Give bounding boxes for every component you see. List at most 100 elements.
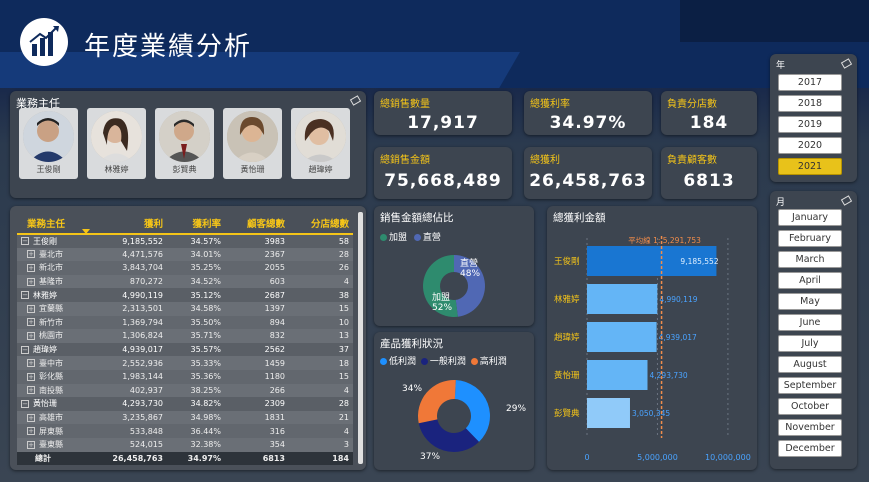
manager-card[interactable]: 王俊剛 — [19, 108, 78, 179]
bar[interactable] — [587, 398, 630, 428]
row-label: + 宜蘭縣 — [17, 301, 95, 316]
expand-icon[interactable]: + — [27, 359, 35, 368]
matrix-row[interactable]: + 新竹市 1,369,794 35.50% 894 10 — [17, 315, 353, 330]
month-option[interactable]: November — [778, 419, 842, 436]
collapse-icon[interactable]: − — [21, 399, 29, 408]
matrix-row[interactable]: + 宜蘭縣 2,313,501 34.58% 1397 15 — [17, 301, 353, 316]
month-option[interactable]: April — [778, 272, 842, 289]
manager-card[interactable]: 黃怡珊 — [223, 108, 282, 179]
matrix-group-row[interactable]: − 林雅婷 4,990,119 35.12% 2687 38 — [17, 288, 353, 302]
bar[interactable] — [587, 360, 648, 390]
month-option[interactable]: July — [778, 335, 842, 352]
average-line-label: 平均線 1: 5,291,753 — [628, 235, 701, 245]
cell-profit: 2,552,936 — [95, 356, 167, 370]
cell-cust: 2367 — [225, 247, 289, 262]
row-label-text: 彰化縣 — [39, 372, 63, 382]
month-option[interactable]: December — [778, 440, 842, 457]
cell-rate: 34.97% — [167, 451, 225, 466]
matrix-row[interactable]: + 臺中市 2,552,936 35.33% 1459 18 — [17, 356, 353, 370]
row-label-text: 王俊剛 — [33, 236, 57, 246]
month-option[interactable]: May — [778, 293, 842, 310]
matrix-group-row[interactable]: − 王俊剛 9,185,552 34.57% 3983 58 — [17, 234, 353, 248]
expand-icon[interactable]: + — [27, 331, 35, 340]
year-option[interactable]: 2021 — [778, 158, 842, 175]
matrix-row[interactable]: + 屏東縣 533,848 36.44% 316 4 — [17, 424, 353, 438]
cell-stores: 10 — [289, 315, 353, 330]
manager-card[interactable]: 林雅婷 — [87, 108, 146, 179]
matrix-row[interactable]: + 彰化縣 1,983,144 35.36% 1180 15 — [17, 369, 353, 384]
data-label: 4,939,017 — [659, 333, 697, 342]
matrix-row[interactable]: + 新北市 3,843,704 35.25% 2055 26 — [17, 261, 353, 275]
year-option[interactable]: 2018 — [778, 95, 842, 112]
column-header[interactable]: 獲利率 — [167, 212, 225, 235]
kpi-value: 184 — [689, 113, 729, 133]
year-option[interactable]: 2019 — [778, 116, 842, 133]
y-tick-label: 彭賢典 — [554, 408, 580, 419]
manager-card[interactable]: 趙瑋婷 — [291, 108, 350, 179]
eraser-icon[interactable] — [840, 195, 853, 206]
expand-icon[interactable]: + — [27, 250, 35, 259]
matrix-scrollbar[interactable] — [358, 212, 363, 464]
bar[interactable] — [587, 322, 657, 352]
expand-icon[interactable]: + — [27, 440, 35, 449]
matrix-group-row[interactable]: − 黃怡珊 4,293,730 34.82% 2309 28 — [17, 397, 353, 411]
year-slicer: 年 2017 2018 2019 2020 2021 — [770, 54, 857, 182]
avatar — [159, 111, 210, 162]
matrix-row[interactable]: + 南投縣 402,937 38.25% 266 4 — [17, 383, 353, 398]
expand-icon[interactable]: + — [27, 427, 35, 436]
collapse-icon[interactable]: − — [21, 237, 29, 246]
kpi-customers: 負責顧客數 6813 — [661, 147, 757, 199]
cell-stores: 4 — [289, 274, 353, 289]
month-option[interactable]: June — [778, 314, 842, 331]
slice-label: 37% — [420, 452, 441, 462]
matrix-row[interactable]: + 桃園市 1,306,824 35.71% 832 13 — [17, 329, 353, 343]
month-option[interactable]: February — [778, 230, 842, 247]
collapse-icon[interactable]: − — [21, 345, 29, 354]
eraser-icon[interactable] — [840, 58, 853, 69]
kpi-margin-rate: 總獲利率 34.97% — [524, 91, 652, 135]
cell-profit: 4,471,576 — [95, 247, 167, 262]
month-option[interactable]: October — [778, 398, 842, 415]
manager-name: 黃怡珊 — [240, 165, 265, 174]
year-option[interactable]: 2017 — [778, 74, 842, 91]
kpi-total-qty: 總銷售數量 17,917 — [374, 91, 512, 135]
eraser-icon[interactable] — [349, 95, 362, 106]
expand-icon[interactable]: + — [27, 413, 35, 422]
column-header[interactable]: 分店總數 — [289, 212, 353, 235]
expand-icon[interactable]: + — [27, 277, 35, 286]
bar[interactable] — [587, 284, 658, 314]
expand-icon[interactable]: + — [27, 263, 35, 272]
cell-stores: 18 — [289, 356, 353, 370]
month-slicer: 月 January February March April May June July Au… — [770, 191, 857, 469]
month-option[interactable]: March — [778, 251, 842, 268]
month-option[interactable]: August — [778, 356, 842, 373]
cell-rate: 35.25% — [167, 261, 225, 275]
kpi-value: 75,668,489 — [384, 171, 502, 191]
matrix-row[interactable]: + 臺東縣 524,015 32.38% 354 3 — [17, 437, 353, 452]
expand-icon[interactable]: + — [27, 372, 35, 381]
month-option[interactable]: January — [778, 209, 842, 226]
matrix-group-row[interactable]: − 趙瑋婷 4,939,017 35.57% 2562 37 — [17, 342, 353, 357]
cell-profit: 3,235,867 — [95, 410, 167, 425]
column-header[interactable]: 顧客總數 — [225, 212, 289, 235]
kpi-label: 總銷售數量 — [380, 99, 430, 110]
collapse-icon[interactable]: − — [21, 291, 29, 300]
slice-label: 52% — [432, 303, 453, 313]
row-label: 總計 — [17, 451, 95, 466]
cell-rate: 35.12% — [167, 288, 225, 302]
expand-icon[interactable]: + — [27, 318, 35, 327]
expand-icon[interactable]: + — [27, 386, 35, 395]
row-label-text: 基隆市 — [39, 277, 63, 287]
year-option[interactable]: 2020 — [778, 137, 842, 154]
expand-icon[interactable]: + — [27, 304, 35, 313]
month-option[interactable]: September — [778, 377, 842, 394]
cell-profit: 1,369,794 — [95, 315, 167, 330]
matrix-total-row[interactable]: 總計 26,458,763 34.97% 6813 184 — [17, 451, 353, 466]
cell-profit: 4,939,017 — [95, 342, 167, 357]
pie-slice[interactable] — [418, 380, 456, 424]
column-header[interactable]: 獲利 — [95, 212, 167, 235]
matrix-row[interactable]: + 基隆市 870,272 34.52% 603 4 — [17, 274, 353, 289]
matrix-row[interactable]: + 高雄市 3,235,867 34.98% 1831 21 — [17, 410, 353, 425]
manager-card[interactable]: 彭賢典 — [155, 108, 214, 179]
matrix-row[interactable]: + 臺北市 4,471,576 34.01% 2367 28 — [17, 247, 353, 262]
